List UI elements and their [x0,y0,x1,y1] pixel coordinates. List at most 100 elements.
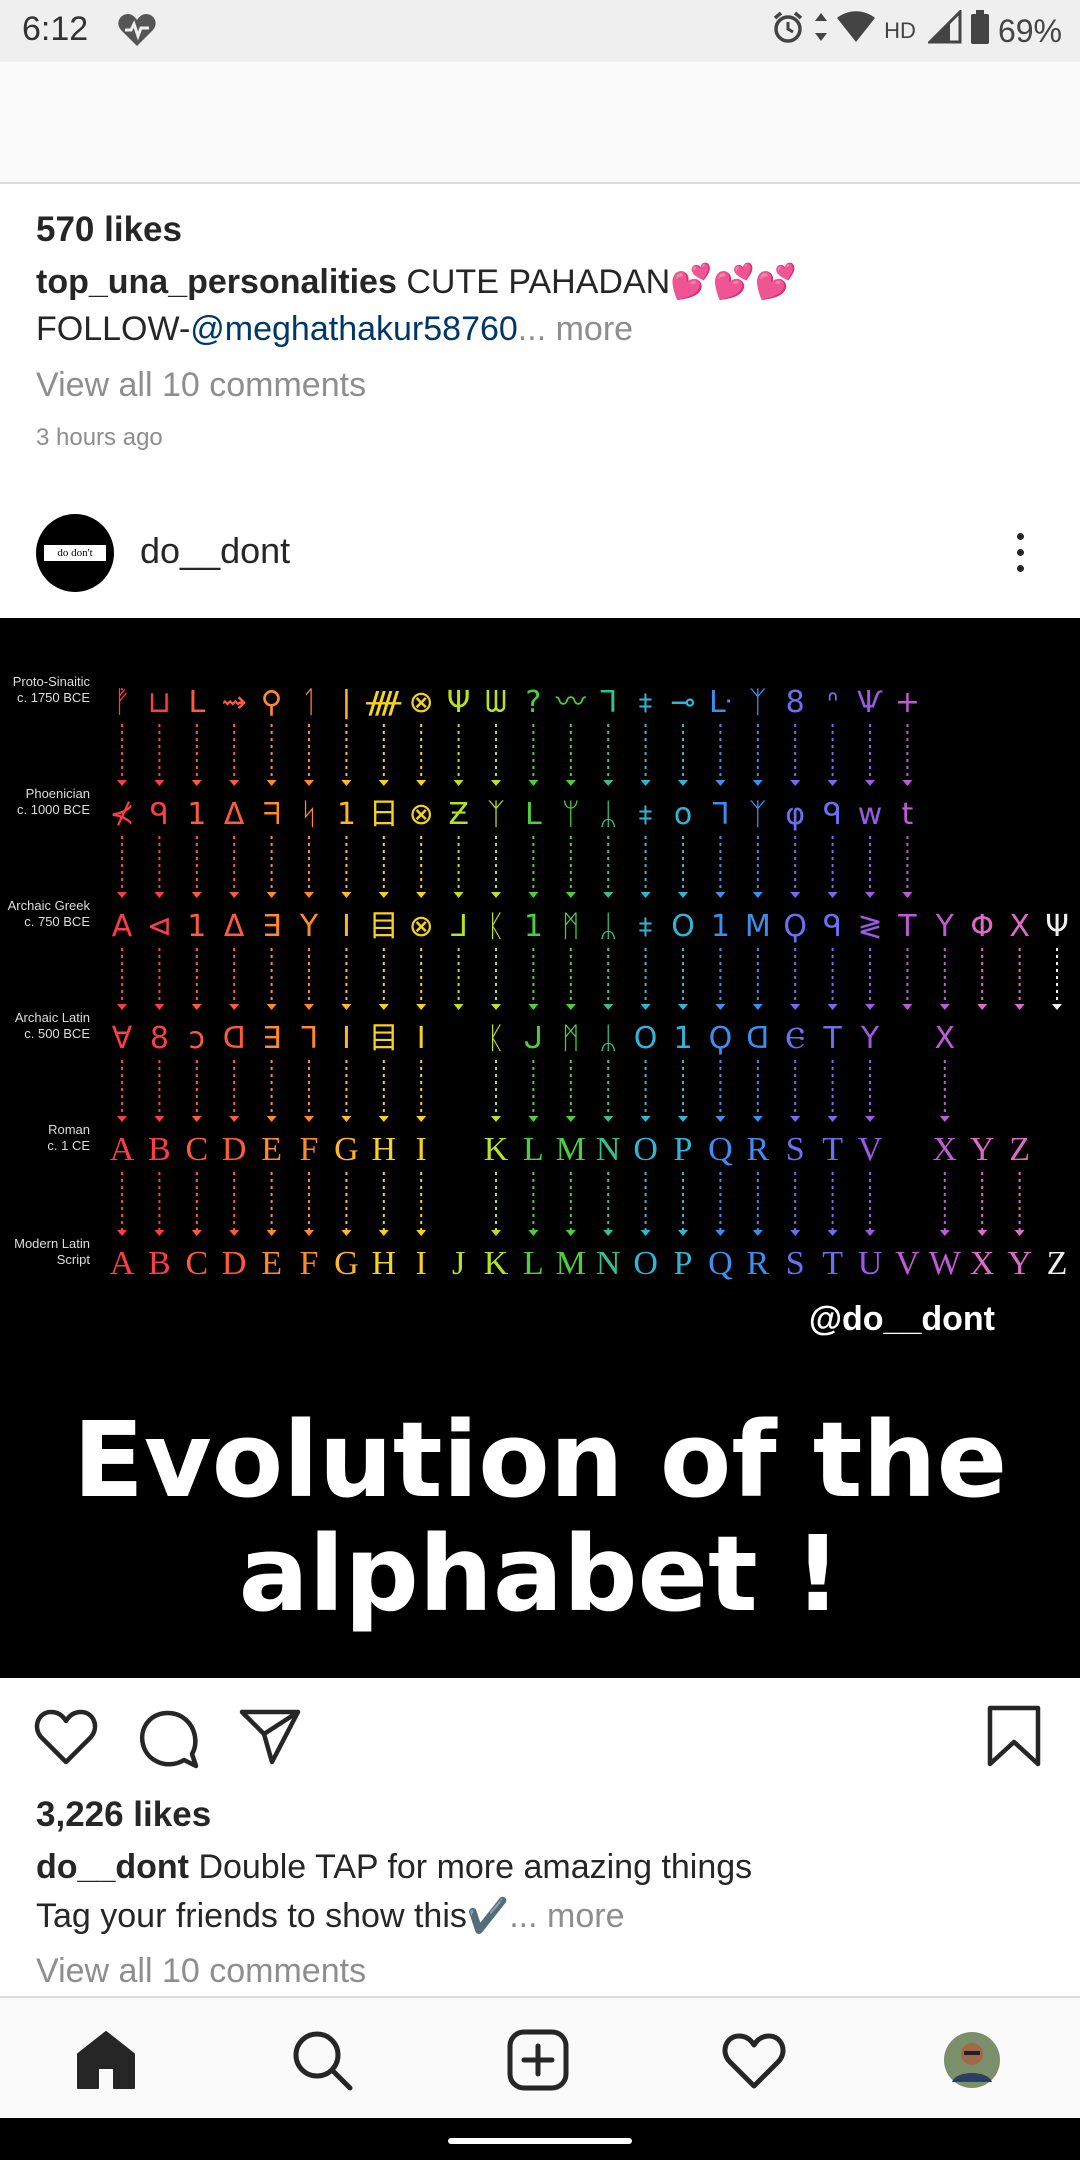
arrow-head [603,1230,614,1236]
arrow-head [939,1004,950,1010]
arrow-head [528,1116,539,1122]
alphabet-glyph: M [745,909,771,944]
profile-avatar-icon[interactable] [940,2028,1004,2092]
home-icon[interactable] [74,2028,138,2092]
alphabet-glyph: ᛉ [749,797,767,832]
alphabet-glyph: J [452,1245,465,1282]
alphabet-glyph: T [822,1131,843,1168]
caption-prefix: FOLLOW- [36,310,191,348]
status-icons: HD 69% [770,8,1062,54]
alphabet-glyph: 1 [673,1021,692,1056]
post-view-comments[interactable]: View all 10 comments [36,1952,366,1991]
arrow-head [154,1004,165,1010]
arrow-head [453,780,464,786]
wifi-icon [836,10,876,52]
arrow-head [865,780,875,786]
alphabet-glyph: ᐃ [224,797,245,832]
arrow-head [266,1230,277,1236]
alphabet-glyph: ⚲ [261,685,283,720]
alphabet-glyph: ᒣ [300,1021,318,1056]
alphabet-glyph: ∃ [262,1021,281,1056]
previous-post-likes[interactable]: 570 likes [36,210,182,250]
avatar-logo-text: do don't [44,545,106,561]
comment-bubble-icon[interactable] [138,1708,200,1770]
arrow-head [341,1116,352,1122]
arrow-head [416,1230,427,1236]
gesture-handle[interactable] [448,2138,632,2144]
more-link[interactable]: more [556,310,633,348]
alphabet-glyph: ⧧ [638,909,653,944]
alphabet-glyph: S [786,1131,805,1168]
post-likes[interactable]: 3,226 likes [36,1795,211,1835]
arrow-head [977,1004,988,1010]
alphabet-glyph: K [484,1245,509,1282]
alphabet-glyph: ⊗ [409,685,434,720]
arrow-head [1052,1004,1062,1010]
arrow-head [229,892,240,898]
alphabet-glyph: ⧧ [638,797,653,832]
search-icon[interactable] [290,2028,354,2092]
alphabet-glyph: Z [1047,1245,1068,1282]
arrow-head [1014,1230,1025,1236]
alphabet-glyph: ᑫ [823,797,842,832]
battery-icon [970,9,990,53]
arrow-head [154,1116,165,1122]
arrow-head [341,780,352,786]
arrow-head [865,892,875,898]
add-post-icon[interactable] [506,2028,570,2092]
arrow-head [191,1230,202,1236]
mention-link[interactable]: @meghathakur58760 [190,310,518,348]
arrow-head [229,1116,240,1122]
activity-heart-icon[interactable] [722,2028,786,2092]
alphabet-glyph: ᛦ [599,1021,617,1056]
previous-post-caption-text: CUTE PAHADAN💕💕💕 [406,263,798,301]
arrow-head [715,892,726,898]
alphabet-glyph: O [633,1245,658,1282]
alphabet-glyph: 目 [369,909,399,944]
alphabet-glyph: ? [525,685,541,720]
alphabet-glyph: R [746,1245,769,1282]
caption-username[interactable]: do__dont [36,1848,189,1886]
era-label: Archaic Greek [8,898,91,913]
arrow-head [266,1116,277,1122]
previous-post-username[interactable]: top_una_personalities [36,263,397,301]
post-avatar[interactable]: do don't [36,514,114,592]
arrow-head [752,1004,763,1010]
arrow-head [565,780,576,786]
more-link[interactable]: more [547,1897,624,1935]
alphabet-glyph: ⊗ [409,909,434,944]
arrow-head [565,1116,576,1122]
alphabet-glyph: U [858,1245,883,1282]
caption-ellipsis: ... [509,1897,538,1935]
arrow-head [678,1230,688,1236]
alphabet-glyph: R [746,1131,769,1168]
alphabet-glyph: N [596,1131,621,1168]
alphabet-glyph: ᛗ [562,1021,580,1056]
arrow-head [603,780,614,786]
paper-plane-icon[interactable] [238,1708,302,1766]
alphabet-glyph: t [902,797,914,832]
alphabet-glyph: Ⲉ [785,1021,804,1056]
alphabet-glyph: Ƶ [448,797,469,832]
alphabet-glyph: D [222,1245,247,1282]
alphabet-glyph: H [372,1131,397,1168]
post-image[interactable]: Proto-Sinaitic c. 1750 BCE Phoenician c. 10… [0,618,1080,1678]
arrow-head [752,892,763,898]
heart-outline-icon[interactable] [34,1708,98,1766]
bookmark-icon[interactable] [984,1704,1044,1768]
caption-text-line2: Tag your friends to show this✔️ [36,1897,510,1935]
arrow-head [304,1230,314,1236]
alphabet-glyph: Δ [224,909,245,944]
arrow-head [491,780,501,786]
arrow-head [528,892,539,898]
arrow-head [1014,1004,1025,1010]
arrow-head [715,1116,726,1122]
previous-post-view-comments[interactable]: View all 10 comments [36,366,366,405]
more-options-icon[interactable] [1000,528,1040,578]
alphabet-glyph: Ϙ [783,909,807,944]
post-username[interactable]: do__dont [140,530,290,572]
arrow-head [678,892,688,898]
arrow-head [378,1004,389,1010]
arrow-head [678,1116,688,1122]
arrow-head [902,1004,913,1010]
